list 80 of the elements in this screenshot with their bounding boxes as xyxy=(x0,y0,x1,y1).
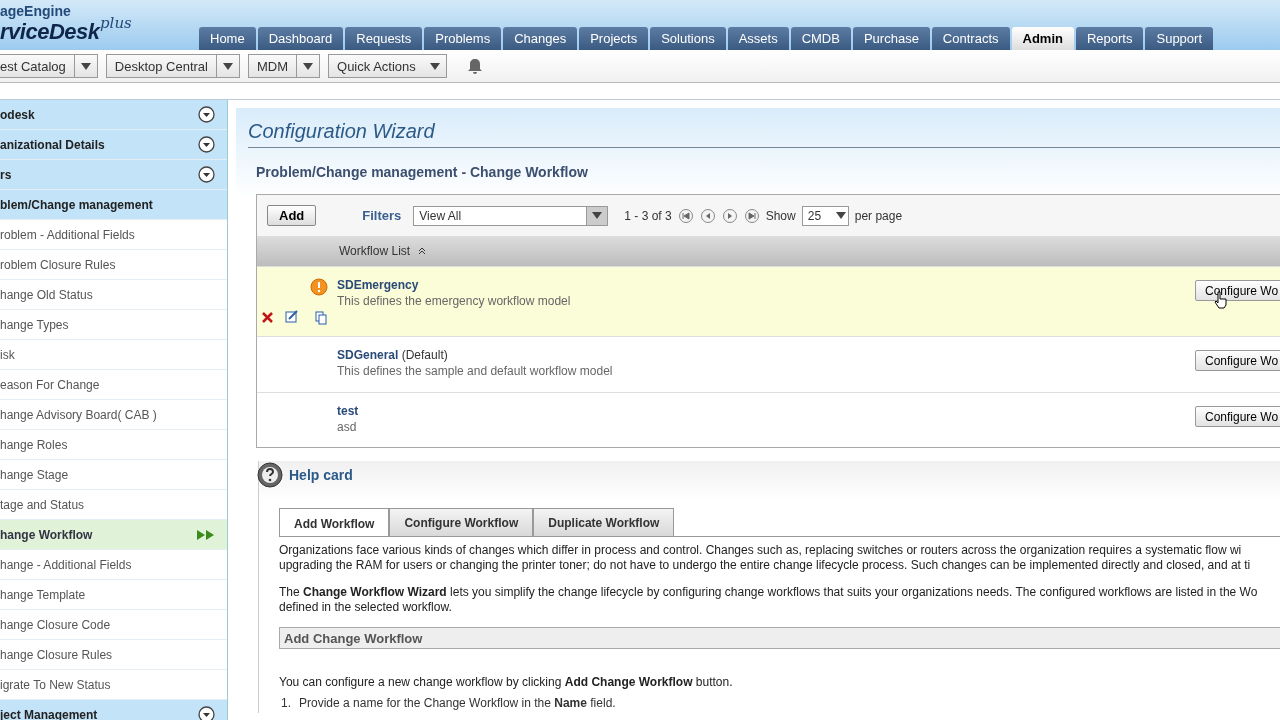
filter-select[interactable]: View All xyxy=(413,205,609,226)
nav-tab[interactable]: Contracts xyxy=(931,27,1010,50)
step-text: Provide a name for the Change Workflow in the Name field. xyxy=(299,695,616,712)
help-text: You can configure a new change workflow by clicking Add Change Workflow button. xyxy=(279,675,734,690)
dropdown-button[interactable]: Desktop Central xyxy=(105,54,240,78)
caret-icon xyxy=(429,62,440,70)
nav-tab[interactable]: Support xyxy=(1145,27,1214,50)
add-button[interactable]: Add xyxy=(267,205,317,226)
sidebar-section[interactable]: blem/Change management xyxy=(0,190,227,220)
filters-label: Filters xyxy=(362,208,402,223)
page-subtitle: Problem/Change management - Change Workflow xyxy=(256,164,589,180)
help-text: upgrading the RAM for users or changing the printer toner; do not have to undergo the entire change lifecycle process. Such changes can be implemented directly and closed, and at ti xyxy=(279,558,1252,573)
help-tab[interactable]: Add Workflow xyxy=(279,508,390,536)
nav-tab[interactable]: Dashboard xyxy=(257,27,344,50)
caret-icon xyxy=(303,62,314,70)
workflow-description: This defines the sample and default workflow model xyxy=(337,364,613,378)
dropdown-button[interactable]: est Catalog xyxy=(0,54,98,78)
caret-icon xyxy=(592,212,603,219)
workflow-name[interactable]: SDEmergency xyxy=(337,278,419,292)
caret-icon xyxy=(835,212,846,219)
column-header[interactable]: Workflow List xyxy=(339,244,411,258)
help-text: defined in the selected workflow. xyxy=(279,600,453,615)
delete-icon[interactable] xyxy=(262,312,273,323)
previous-page-icon[interactable] xyxy=(699,207,716,224)
nav-tab[interactable]: Changes xyxy=(503,27,578,50)
nav-tab[interactable]: Assets xyxy=(727,27,789,50)
nav-tab[interactable]: Solutions xyxy=(650,27,726,50)
sidebar-item[interactable]: hange Workflow xyxy=(0,520,227,550)
sidebar-section[interactable]: anizational Details xyxy=(0,130,227,160)
next-page-icon[interactable] xyxy=(721,207,738,224)
show-label: Show xyxy=(765,208,796,223)
help-tab[interactable]: Duplicate Workflow xyxy=(533,508,675,536)
last-page-icon[interactable] xyxy=(743,207,760,224)
edit-icon[interactable] xyxy=(285,310,299,323)
first-page-icon[interactable] xyxy=(677,207,694,224)
page-title: Configuration Wizard xyxy=(248,120,1280,148)
per-page-label: per page xyxy=(854,208,903,223)
caret-icon xyxy=(80,62,91,70)
help-tab[interactable]: Configure Workflow xyxy=(389,508,534,536)
nav-tab[interactable]: Reports xyxy=(1075,27,1144,50)
section-heading: Add Change Workflow xyxy=(279,627,1280,649)
sidebar-section[interactable]: rs xyxy=(0,160,227,190)
nav-tab[interactable]: Requests xyxy=(345,27,423,50)
sidebar-section[interactable]: odesk xyxy=(0,100,227,130)
nav-tab[interactable]: Admin xyxy=(1011,27,1074,50)
copy-icon[interactable] xyxy=(315,311,327,325)
collapse-icon[interactable] xyxy=(198,706,215,720)
caret-icon xyxy=(223,62,233,70)
logo-text: plus xyxy=(100,14,132,32)
nav-tab[interactable]: Projects xyxy=(579,27,649,50)
workflow-description: This defines the emergency workflow model xyxy=(337,294,571,308)
configure-button[interactable]: Configure Wo xyxy=(1195,280,1280,301)
collapse-icon[interactable] xyxy=(198,136,215,153)
step-number: 1. xyxy=(281,695,291,712)
dropdown-button[interactable]: MDM xyxy=(248,54,321,78)
sort-icon[interactable] xyxy=(418,247,427,255)
workflow-row[interactable]: SDEmergency This defines the emergency workflow model Configure Wo xyxy=(257,266,1280,336)
workflow-name[interactable]: test xyxy=(337,404,359,418)
dropdown-button[interactable]: Quick Actions xyxy=(328,54,447,78)
nav-tab[interactable]: CMDB xyxy=(790,27,851,50)
workflow-description: asd xyxy=(337,420,357,434)
page-range: 1 - 3 of 3 xyxy=(624,208,672,223)
logo-text: ageEngine xyxy=(0,3,71,19)
configure-button[interactable]: Configure Wo xyxy=(1195,406,1280,427)
help-icon xyxy=(257,462,283,488)
emergency-icon xyxy=(310,278,328,296)
help-text: The Change Workflow Wizard lets you simplify the change lifecycle by configuring change workflows that suits your organizations needs. The configured workflows are listed in the Wo xyxy=(279,585,1259,600)
nav-tab[interactable]: Home xyxy=(199,27,256,50)
nav-tab[interactable]: Purchase xyxy=(852,27,930,50)
help-text: Organizations face various kinds of changes which differ in process and control. Changes such as, replacing switches or routers across the organization requires a systematic flow wi xyxy=(279,543,1243,558)
double-arrow-icon xyxy=(197,529,215,540)
workflow-name[interactable]: SDGeneral (Default) xyxy=(337,348,448,362)
collapse-icon[interactable] xyxy=(198,106,215,123)
bell-icon[interactable] xyxy=(466,57,483,75)
collapse-icon[interactable] xyxy=(198,166,215,183)
configure-button[interactable]: Configure Wo xyxy=(1195,350,1280,371)
nav-tab[interactable]: Problems xyxy=(424,27,502,50)
help-card-title: Help card xyxy=(289,467,353,483)
logo-text: rviceDesk xyxy=(0,19,100,45)
page-size-select[interactable]: 25 xyxy=(801,205,849,226)
